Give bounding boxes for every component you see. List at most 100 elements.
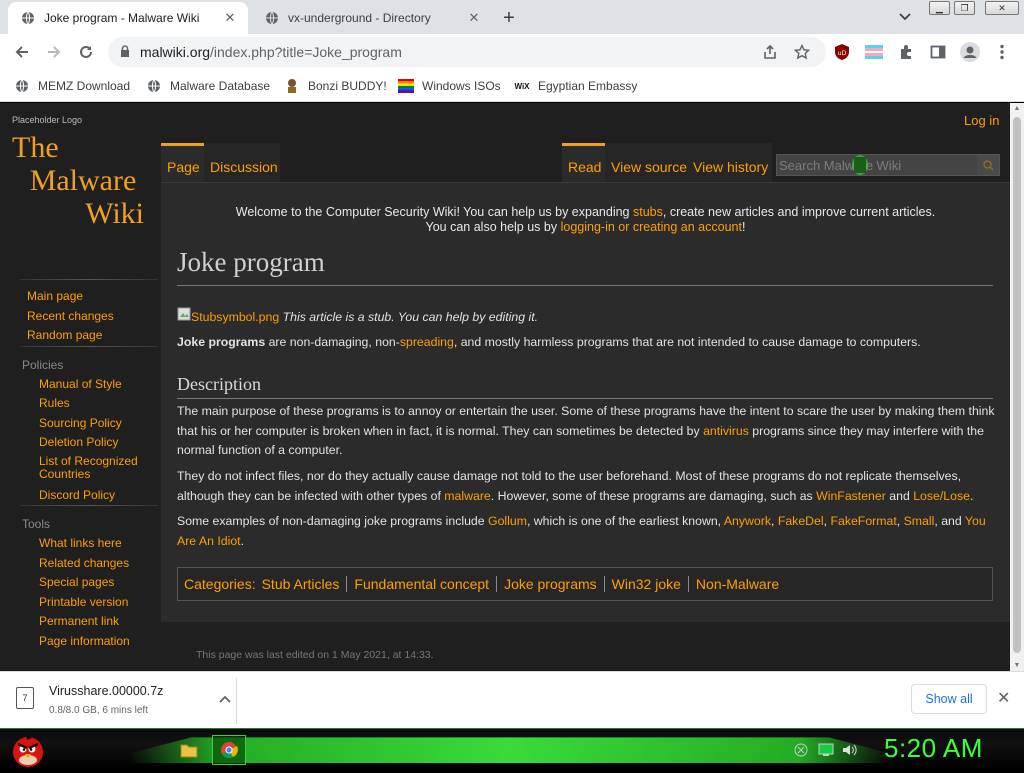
chevron-up-icon[interactable]	[219, 692, 231, 706]
sidebar-item-special-pages[interactable]: Special pages	[39, 575, 114, 589]
search-icon[interactable]	[977, 155, 999, 175]
minimize-button[interactable]: ▁	[929, 1, 950, 15]
sidebar-item-deletion-policy[interactable]: Deletion Policy	[39, 435, 118, 449]
back-arrow-icon[interactable]	[10, 40, 34, 64]
volume-tray-icon[interactable]	[842, 743, 858, 760]
spreading-link[interactable]: spreading	[400, 335, 454, 349]
tab-joke-program[interactable]: Joke program - Malware Wiki ✕	[8, 2, 248, 34]
chrome-taskbar-icon[interactable]	[212, 735, 246, 765]
monitor-tray-icon[interactable]	[818, 743, 834, 760]
tab-search-chevron-icon[interactable]	[895, 8, 915, 26]
bookmarks-bar: MEMZ Download Malware Database Bonzi BUD…	[0, 70, 1024, 102]
scroll-up-icon[interactable]: ▲	[1013, 105, 1021, 112]
bookmark-egyptian-embassy[interactable]: WiX Egyptian Embassy	[514, 76, 637, 96]
bookmark-memz-download[interactable]: MEMZ Download	[14, 76, 130, 96]
bookmark-windows-isos[interactable]: Windows ISOs	[398, 76, 501, 96]
categories-label-link[interactable]: Categories:	[184, 576, 256, 592]
reload-icon[interactable]	[74, 40, 98, 64]
trans-flag-extension-icon[interactable]	[864, 42, 884, 62]
page-scrollbar[interactable]: ▲ ▼	[1010, 103, 1024, 671]
stubs-link[interactable]: stubs	[633, 205, 663, 219]
file-explorer-icon[interactable]	[172, 735, 206, 765]
page-title: Joke program	[177, 247, 325, 277]
download-item[interactable]: 7 Virusshare.00000.7z 0.8/8.0 GB, 6 mins…	[14, 684, 232, 718]
wiki-wordmark[interactable]: The Malware Wiki	[12, 131, 144, 230]
placeholder-logo[interactable]: Placeholder Logo	[12, 115, 82, 125]
category-link[interactable]: Stub Articles	[256, 576, 347, 592]
tab-discussion[interactable]: Discussion	[204, 143, 280, 183]
network-tray-icon[interactable]	[794, 743, 808, 760]
bold-term: Joke programs	[177, 335, 266, 349]
gollum-link[interactable]: Gollum	[488, 514, 527, 528]
stubsymbol-image-link[interactable]: Stubsymbol.png	[191, 310, 279, 324]
search-placeholder: Search Malware Wiki	[779, 157, 902, 173]
winfastener-link[interactable]: WinFastener	[816, 489, 886, 503]
show-all-button[interactable]: Show all	[911, 684, 987, 714]
login-create-account-link[interactable]: logging-in or creating an account	[561, 220, 742, 234]
text: are non-damaging, non-	[265, 335, 400, 349]
category-link[interactable]: Win32 joke	[603, 576, 688, 592]
kebab-menu-icon[interactable]	[992, 42, 1012, 62]
new-tab-button[interactable]: +	[497, 6, 521, 30]
divider	[177, 285, 993, 286]
side-panel-icon[interactable]	[928, 42, 948, 62]
divider	[177, 398, 993, 399]
sidebar-item-what-links-here[interactable]: What links here	[39, 536, 122, 550]
bookmark-label: Bonzi BUDDY!	[308, 79, 387, 93]
sidebar-item-printable-version[interactable]: Printable version	[39, 595, 128, 609]
category-link[interactable]: Joke programs	[496, 576, 604, 592]
wiki-search-input[interactable]: Search Malware Wiki	[776, 154, 1000, 176]
tab-read[interactable]: Read	[562, 143, 605, 183]
close-tab-icon[interactable]: ✕	[466, 10, 482, 26]
globe-icon	[146, 78, 162, 94]
download-filename: Virusshare.00000.7z	[49, 684, 164, 698]
tab-page[interactable]: Page	[161, 143, 204, 183]
bookmark-star-icon[interactable]	[792, 42, 812, 62]
tab-page-label: Page	[167, 159, 200, 175]
lose-lose-link[interactable]: Lose/Lose	[913, 489, 970, 503]
forward-arrow-icon[interactable]	[42, 40, 66, 64]
sidebar-item-random-page[interactable]: Random page	[27, 328, 102, 342]
sidebar-item-sourcing-policy[interactable]: Sourcing Policy	[39, 416, 122, 430]
tab-vx-underground[interactable]: vx-underground - Directory ✕	[252, 2, 492, 34]
category-link[interactable]: Fundamental concept	[346, 576, 496, 592]
fakeformat-link[interactable]: FakeFormat	[830, 514, 896, 528]
download-bar: 7 Virusshare.00000.7z 0.8/8.0 GB, 6 mins…	[0, 671, 1024, 728]
sidebar-item-permanent-link[interactable]: Permanent link	[39, 614, 119, 628]
address-bar[interactable]: malwiki.org/index.php?title=Joke_program	[108, 37, 826, 67]
sidebar-item-manual-of-style[interactable]: Manual of Style	[39, 377, 122, 391]
close-tab-icon[interactable]: ✕	[222, 10, 238, 26]
close-icon[interactable]: ✕	[997, 688, 1010, 708]
wordmark-line: The	[12, 131, 59, 164]
share-icon[interactable]	[760, 42, 780, 62]
bookmark-bonzi-buddy[interactable]: Bonzi BUDDY!	[284, 76, 387, 96]
profile-avatar-icon[interactable]	[960, 42, 980, 62]
start-button-angry-bird-icon[interactable]	[8, 730, 48, 768]
login-link[interactable]: Log in	[964, 113, 999, 128]
scrollbar-thumb[interactable]	[1013, 117, 1021, 653]
page-viewport: Placeholder Logo The Malware Wiki Log in…	[0, 103, 1024, 671]
puzzle-extensions-icon[interactable]	[896, 42, 916, 62]
fakedel-link[interactable]: FakeDel	[778, 514, 824, 528]
sidebar-item-related-changes[interactable]: Related changes	[39, 556, 129, 570]
close-window-button[interactable]: ✕	[985, 1, 1019, 15]
sidebar-item-page-information[interactable]: Page information	[39, 634, 130, 648]
sidebar-item-discord-policy[interactable]: Discord Policy	[39, 488, 115, 502]
sidebar-item-rules[interactable]: Rules	[39, 396, 70, 410]
antivirus-link[interactable]: antivirus	[703, 424, 749, 438]
scroll-down-icon[interactable]: ▼	[1013, 662, 1021, 669]
sidebar-heading-policies: Policies	[22, 358, 64, 372]
sidebar-item-recent-changes[interactable]: Recent changes	[27, 309, 114, 323]
tab-view-source[interactable]: View source	[605, 143, 688, 183]
category-link[interactable]: Non-Malware	[687, 576, 786, 592]
bookmark-malware-database[interactable]: Malware Database	[146, 76, 270, 96]
tab-view-history[interactable]: View history	[688, 143, 772, 183]
malware-link[interactable]: malware	[444, 489, 490, 503]
sidebar-item-recognized-countries[interactable]: List of Recognized Countries	[39, 455, 151, 481]
taskbar-clock[interactable]: 5:20 AM	[884, 733, 983, 764]
small-link[interactable]: Small	[904, 514, 935, 528]
ublock-icon[interactable]: uD	[832, 42, 852, 62]
sidebar-item-main-page[interactable]: Main page	[27, 289, 83, 303]
maximize-button[interactable]: ❐	[954, 1, 975, 15]
anywork-link[interactable]: Anywork	[724, 514, 771, 528]
